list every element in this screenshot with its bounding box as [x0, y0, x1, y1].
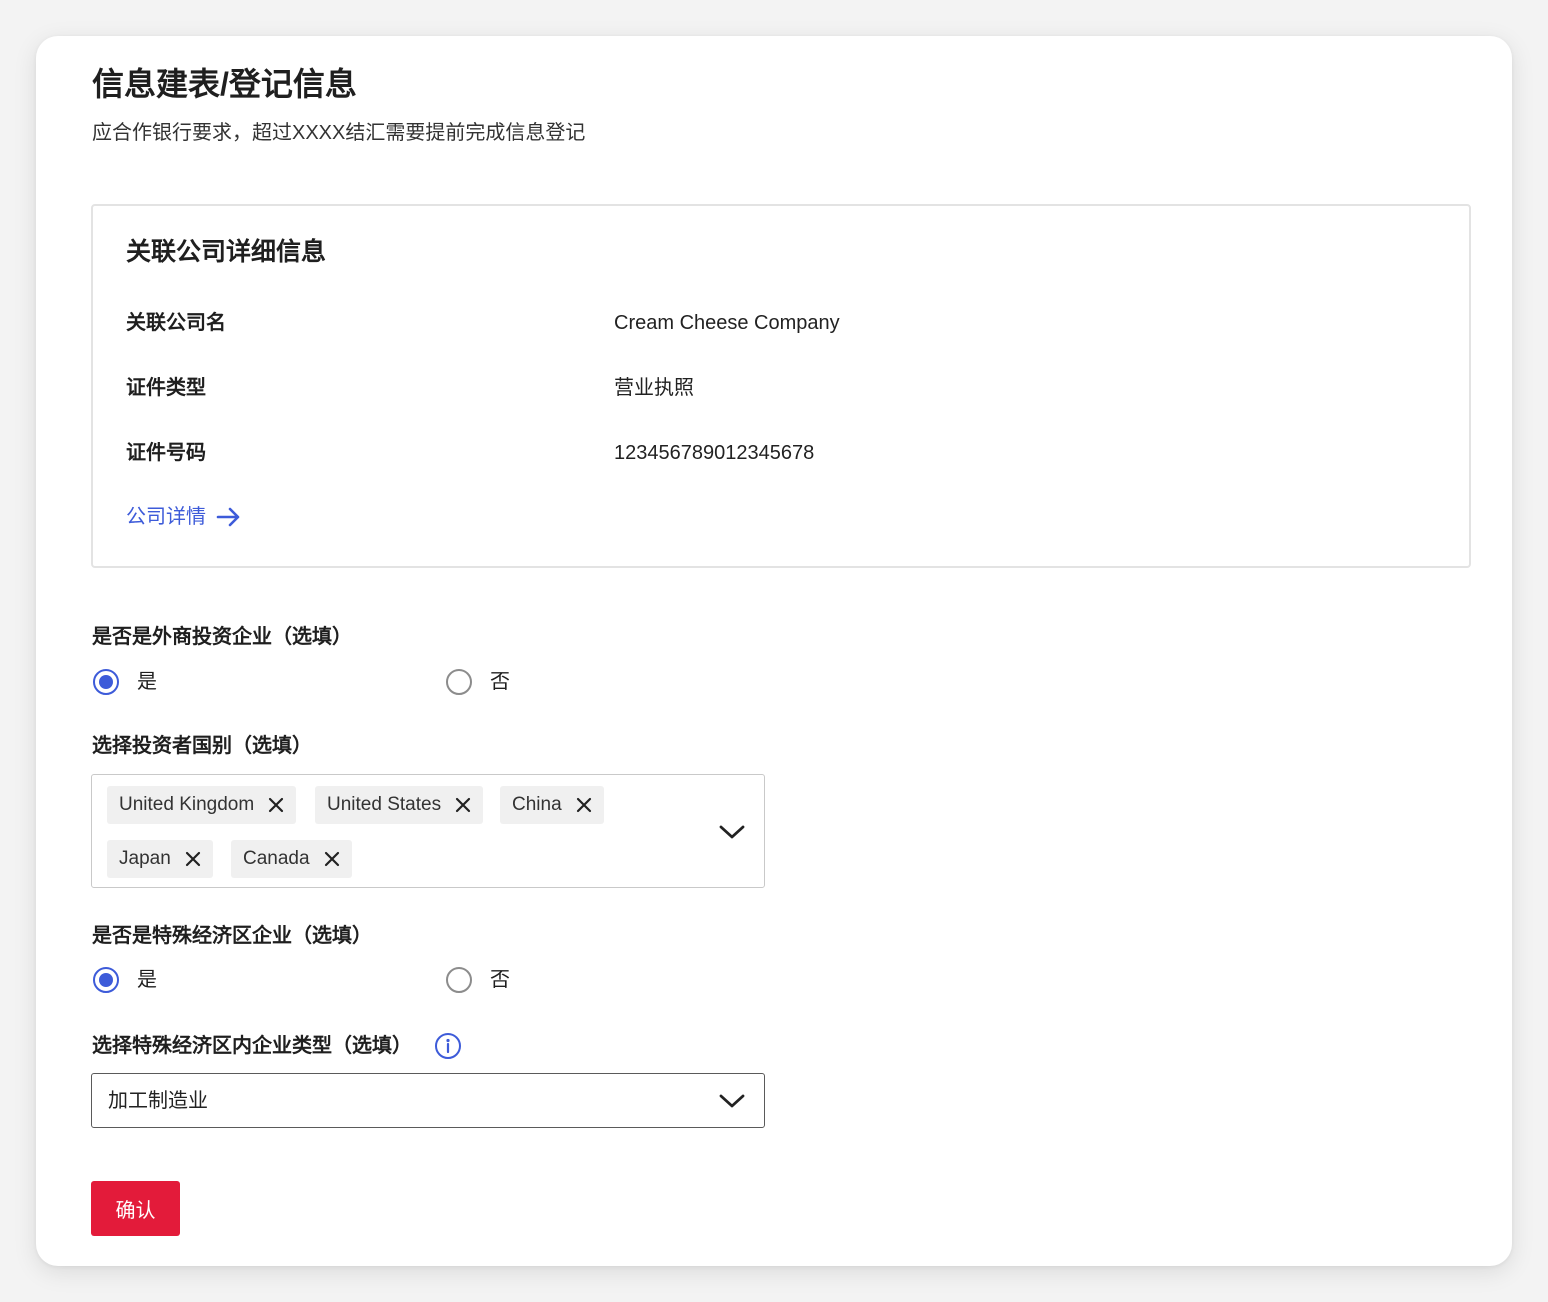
- special-zone-label: 是否是特殊经济区企业（选填）: [92, 925, 372, 947]
- close-icon[interactable]: [576, 797, 592, 813]
- close-icon[interactable]: [185, 851, 201, 867]
- foreign-investment-label: 是否是外商投资企业（选填）: [92, 626, 352, 648]
- company-name-label: 关联公司名: [126, 312, 226, 334]
- chevron-down-icon[interactable]: [719, 1093, 745, 1109]
- special-zone-no-radio[interactable]: 否: [446, 967, 510, 993]
- investor-countries-label: 选择投资者国别（选填）: [92, 735, 312, 757]
- chip-label: Japan: [119, 848, 171, 869]
- country-chip: United States: [315, 786, 484, 824]
- radio-button-checked[interactable]: [93, 967, 119, 993]
- chip-label: United States: [327, 794, 442, 815]
- chip-label: China: [512, 794, 562, 815]
- country-chip: Japan: [107, 840, 213, 878]
- chevron-down-icon[interactable]: [719, 824, 745, 840]
- chip-label: Canada: [243, 848, 310, 869]
- id-number-label: 证件号码: [126, 442, 206, 464]
- radio-label: 是: [137, 969, 157, 991]
- company-details-link-label: 公司详情: [126, 506, 206, 528]
- id-type-label: 证件类型: [126, 377, 206, 399]
- confirm-button[interactable]: 确认: [91, 1181, 180, 1236]
- radio-label: 是: [137, 671, 157, 693]
- registration-card: 信息建表/登记信息 应合作银行要求，超过XXXX结汇需要提前完成信息登记 关联公…: [36, 36, 1512, 1266]
- zone-enterprise-type-select[interactable]: 加工制造业: [91, 1073, 765, 1128]
- chip-label: United Kingdom: [119, 794, 255, 815]
- country-chip: United Kingdom: [107, 786, 297, 824]
- close-icon[interactable]: [455, 797, 471, 813]
- arrow-right-icon: [216, 507, 240, 527]
- company-info-title: 关联公司详细信息: [126, 238, 327, 266]
- country-chip: Canada: [231, 840, 352, 878]
- id-number-value: 123456789012345678: [614, 442, 815, 464]
- foreign-investment-no-radio[interactable]: 否: [446, 669, 510, 695]
- company-info-panel: 关联公司详细信息 关联公司名 Cream Cheese Company 证件类型…: [91, 204, 1471, 568]
- info-icon[interactable]: [434, 1032, 462, 1060]
- radio-button-unchecked[interactable]: [446, 967, 472, 993]
- company-name-value: Cream Cheese Company: [614, 312, 840, 334]
- zone-enterprise-type-label-row: 选择特殊经济区内企业类型（选填）: [92, 1032, 462, 1060]
- foreign-investment-yes-radio[interactable]: 是: [93, 669, 157, 695]
- radio-label: 否: [490, 969, 510, 991]
- close-icon[interactable]: [324, 851, 340, 867]
- radio-label: 否: [490, 671, 510, 693]
- investor-countries-multiselect[interactable]: United Kingdom United States China Japan…: [91, 774, 765, 888]
- zone-enterprise-type-label: 选择特殊经济区内企业类型（选填）: [92, 1035, 412, 1057]
- page-subtitle: 应合作银行要求，超过XXXX结汇需要提前完成信息登记: [92, 122, 586, 144]
- close-icon[interactable]: [268, 797, 284, 813]
- company-details-link[interactable]: 公司详情: [126, 504, 242, 530]
- radio-button-unchecked[interactable]: [446, 669, 472, 695]
- select-value: 加工制造业: [108, 1090, 208, 1112]
- id-type-value: 营业执照: [614, 377, 694, 399]
- country-chip: China: [500, 786, 604, 824]
- special-zone-yes-radio[interactable]: 是: [93, 967, 157, 993]
- page-title: 信息建表/登记信息: [92, 66, 357, 102]
- radio-button-checked[interactable]: [93, 669, 119, 695]
